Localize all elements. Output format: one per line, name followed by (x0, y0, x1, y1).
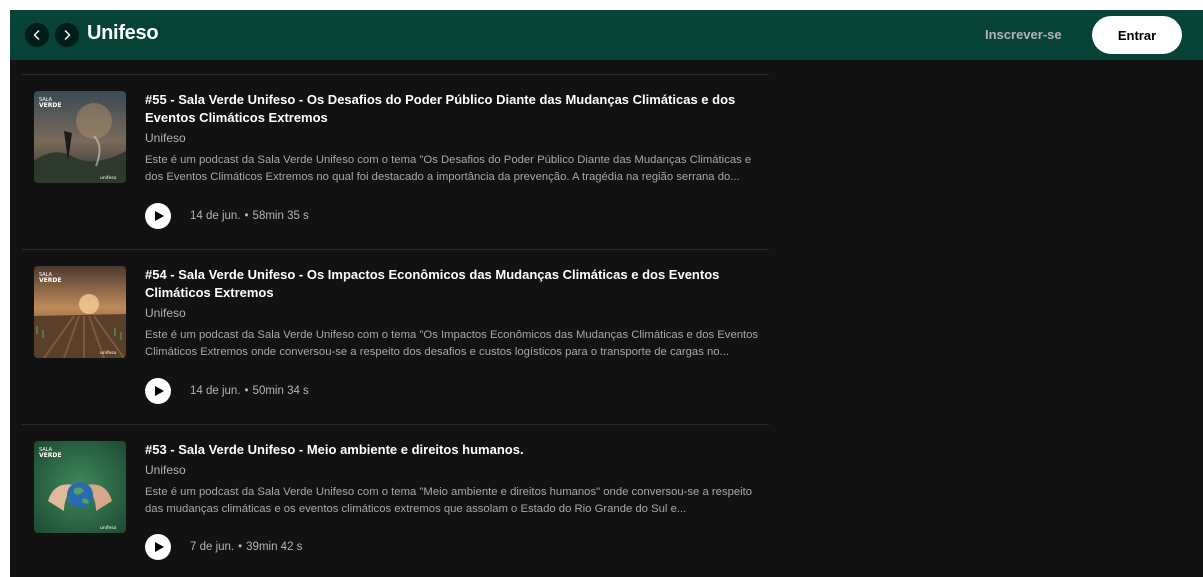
episode-cover: SALA VERDE unifeso (34, 91, 126, 183)
right-panel (780, 60, 1203, 577)
episode-duration: 58min 35 s (252, 210, 309, 222)
top-bar: Unifeso Inscrever-se Entrar (10, 10, 1203, 60)
separator-dot: • (244, 385, 249, 397)
episode-title[interactable]: #54 - Sala Verde Unifeso - Os Impactos E… (145, 266, 755, 302)
episode-description: Este é um podcast da Sala Verde Unifeso … (145, 154, 752, 183)
episode-date: 14 de jun. (190, 385, 241, 397)
chevron-left-icon (33, 30, 40, 40)
episode-row[interactable]: SALA VERDE unifeso #54 - Sala Verde Unif… (22, 250, 769, 424)
play-icon (155, 386, 164, 396)
svg-text:unifeso: unifeso (100, 175, 117, 181)
page-title: Unifeso (87, 22, 159, 44)
separator-dot: • (238, 541, 243, 553)
separator-dot: • (244, 210, 249, 222)
episode-cover: SALA VERDE unifeso (34, 266, 126, 358)
play-button[interactable] (145, 378, 171, 404)
login-button[interactable]: Entrar (1092, 16, 1182, 54)
episode-description: Este é um podcast da Sala Verde Unifeso … (145, 329, 759, 358)
episode-meta: 7 de jun. • 39min 42 s (145, 534, 302, 560)
episode-cover: SALA VERDE unifeso (34, 441, 126, 533)
episode-row[interactable]: SALA VERDE unifeso #53 - Sala Verde Unif… (22, 425, 769, 577)
episode-row[interactable]: SALA VERDE unifeso #55 - Sala Verde Unif… (22, 75, 769, 249)
svg-text:VERDE: VERDE (39, 452, 61, 459)
back-button[interactable] (25, 23, 49, 47)
episode-show[interactable]: Unifeso (145, 305, 186, 321)
episode-duration: 50min 34 s (252, 385, 309, 397)
podcast-page: Unifeso Inscrever-se Entrar SALA VERDE u… (10, 10, 1203, 577)
episode-title[interactable]: #53 - Sala Verde Unifeso - Meio ambiente… (145, 441, 755, 459)
play-icon (155, 211, 164, 221)
episode-date: 14 de jun. (190, 210, 241, 222)
play-button[interactable] (145, 534, 171, 560)
episode-meta: 14 de jun. • 58min 35 s (145, 203, 309, 229)
episode-title[interactable]: #55 - Sala Verde Unifeso - Os Desafios d… (145, 91, 755, 127)
signup-link[interactable]: Inscrever-se (985, 27, 1062, 42)
episode-show[interactable]: Unifeso (145, 462, 186, 478)
play-button[interactable] (145, 203, 171, 229)
svg-text:VERDE: VERDE (39, 277, 61, 284)
play-icon (155, 542, 164, 552)
episode-list: SALA VERDE unifeso #55 - Sala Verde Unif… (22, 74, 769, 577)
svg-text:unifeso: unifeso (100, 350, 117, 356)
episode-show[interactable]: Unifeso (145, 130, 186, 146)
episode-date: 7 de jun. (190, 541, 235, 553)
episode-description: Este é um podcast da Sala Verde Unifeso … (145, 486, 753, 515)
svg-text:unifeso: unifeso (100, 525, 117, 531)
episode-meta: 14 de jun. • 50min 34 s (145, 378, 309, 404)
chevron-right-icon (64, 30, 71, 40)
forward-button[interactable] (55, 23, 79, 47)
episode-duration: 39min 42 s (246, 541, 303, 553)
svg-text:VERDE: VERDE (39, 102, 61, 109)
